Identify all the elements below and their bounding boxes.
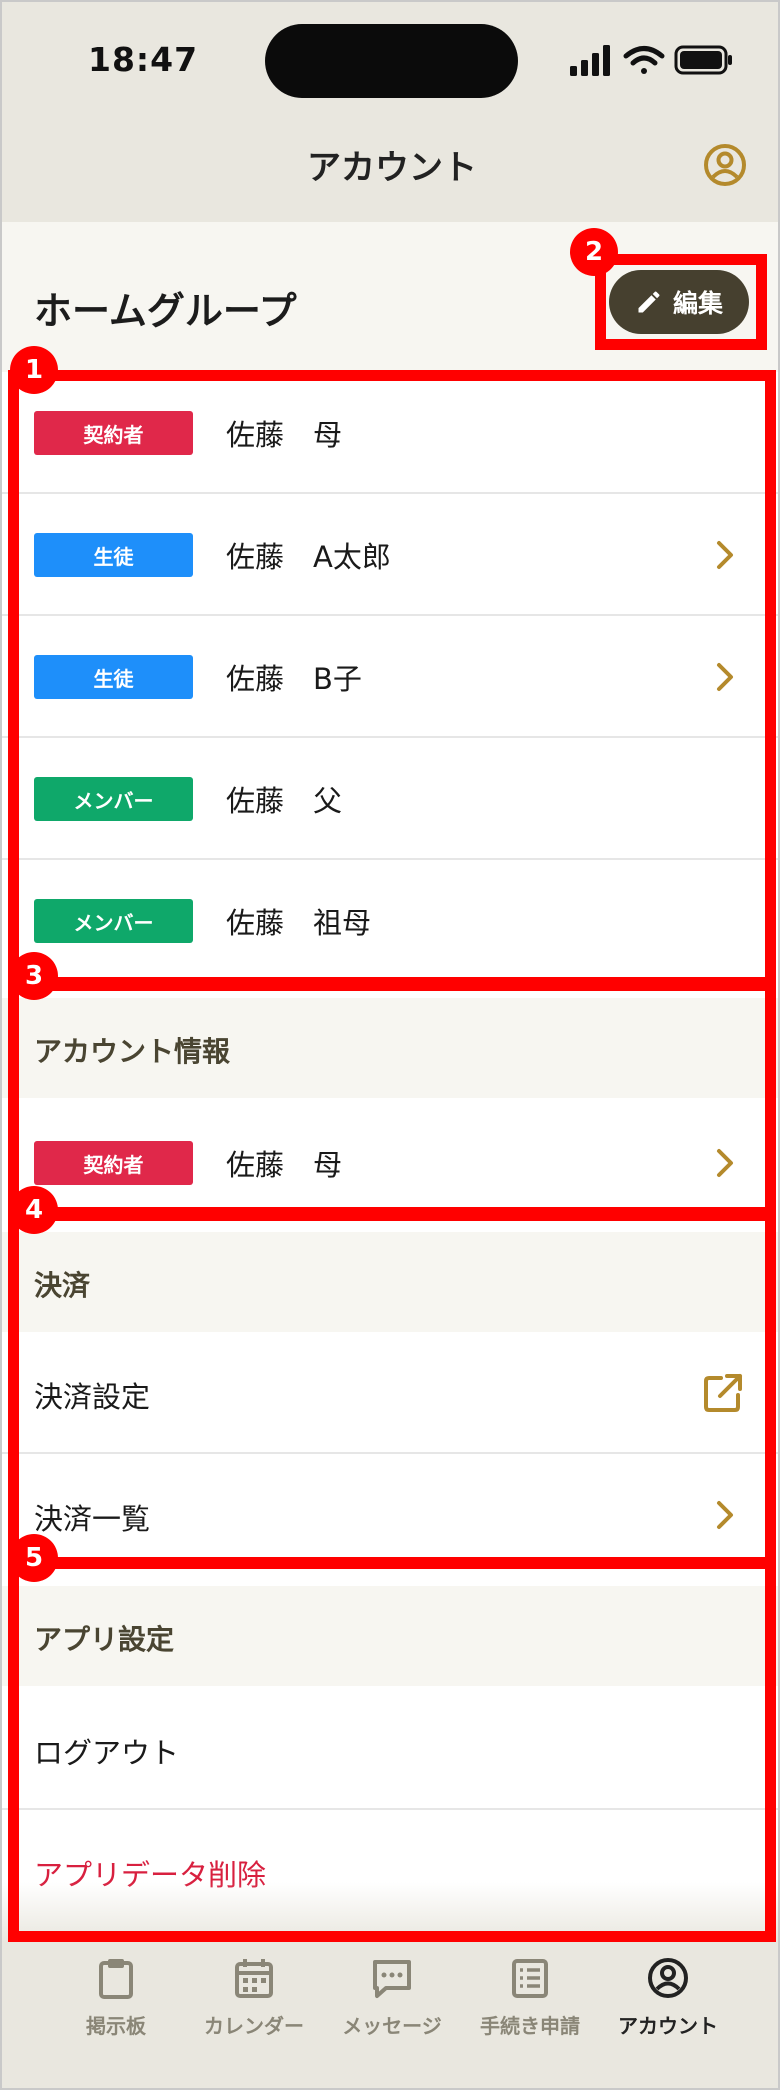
battery-icon [674,45,732,75]
tab-bar: 掲示板 カレンダー メッセージ 手続き申請 アカウント [2,1942,778,2088]
account-icon [648,1958,688,1998]
calendar-icon [235,1959,273,1998]
tab-label: 手続き申請 [480,2014,580,2038]
annotation-box-2 [595,254,767,350]
page-title: アカウント [307,148,477,188]
annotation-box-3 [8,980,776,1218]
status-icons [570,45,732,76]
tab-bulletin-board[interactable]: 掲示板 [41,1956,191,2056]
status-time: 18:47 [88,40,199,79]
tab-label: カレンダー [204,2014,304,2038]
annotation-box-5 [8,1558,776,1942]
annotation-number: 2 [570,228,618,276]
dynamic-island [265,24,518,98]
annotation-number: 5 [10,1534,58,1582]
tab-messages[interactable]: メッセージ [317,1956,467,2056]
profile-icon[interactable] [702,142,748,188]
tab-calendar[interactable]: カレンダー [179,1956,329,2056]
wifi-icon [623,46,665,74]
clipboard-icon [99,1959,133,1999]
form-icon [512,1959,548,1998]
app-header: 18:47 アカウント [2,2,778,222]
annotation-number: 4 [10,1186,58,1234]
annotation-number: 3 [10,952,58,1000]
phone-screen: 18:47 アカウント ホームグループ 編集 契約者 佐藤 母 生徒 佐藤 A太… [0,0,780,2090]
tab-account[interactable]: アカウント [593,1956,743,2056]
signal-icon [570,45,610,76]
tab-label: 掲示板 [86,2014,146,2038]
annotation-box-4 [8,1210,776,1568]
tab-label: アカウント [618,2014,718,2038]
message-icon [373,1960,411,1998]
annotation-box-1 [8,370,776,988]
annotation-number: 1 [10,346,58,394]
tab-procedures[interactable]: 手続き申請 [455,1956,605,2056]
tab-label: メッセージ [342,2014,442,2038]
home-group-title: ホームグループ [34,289,297,333]
